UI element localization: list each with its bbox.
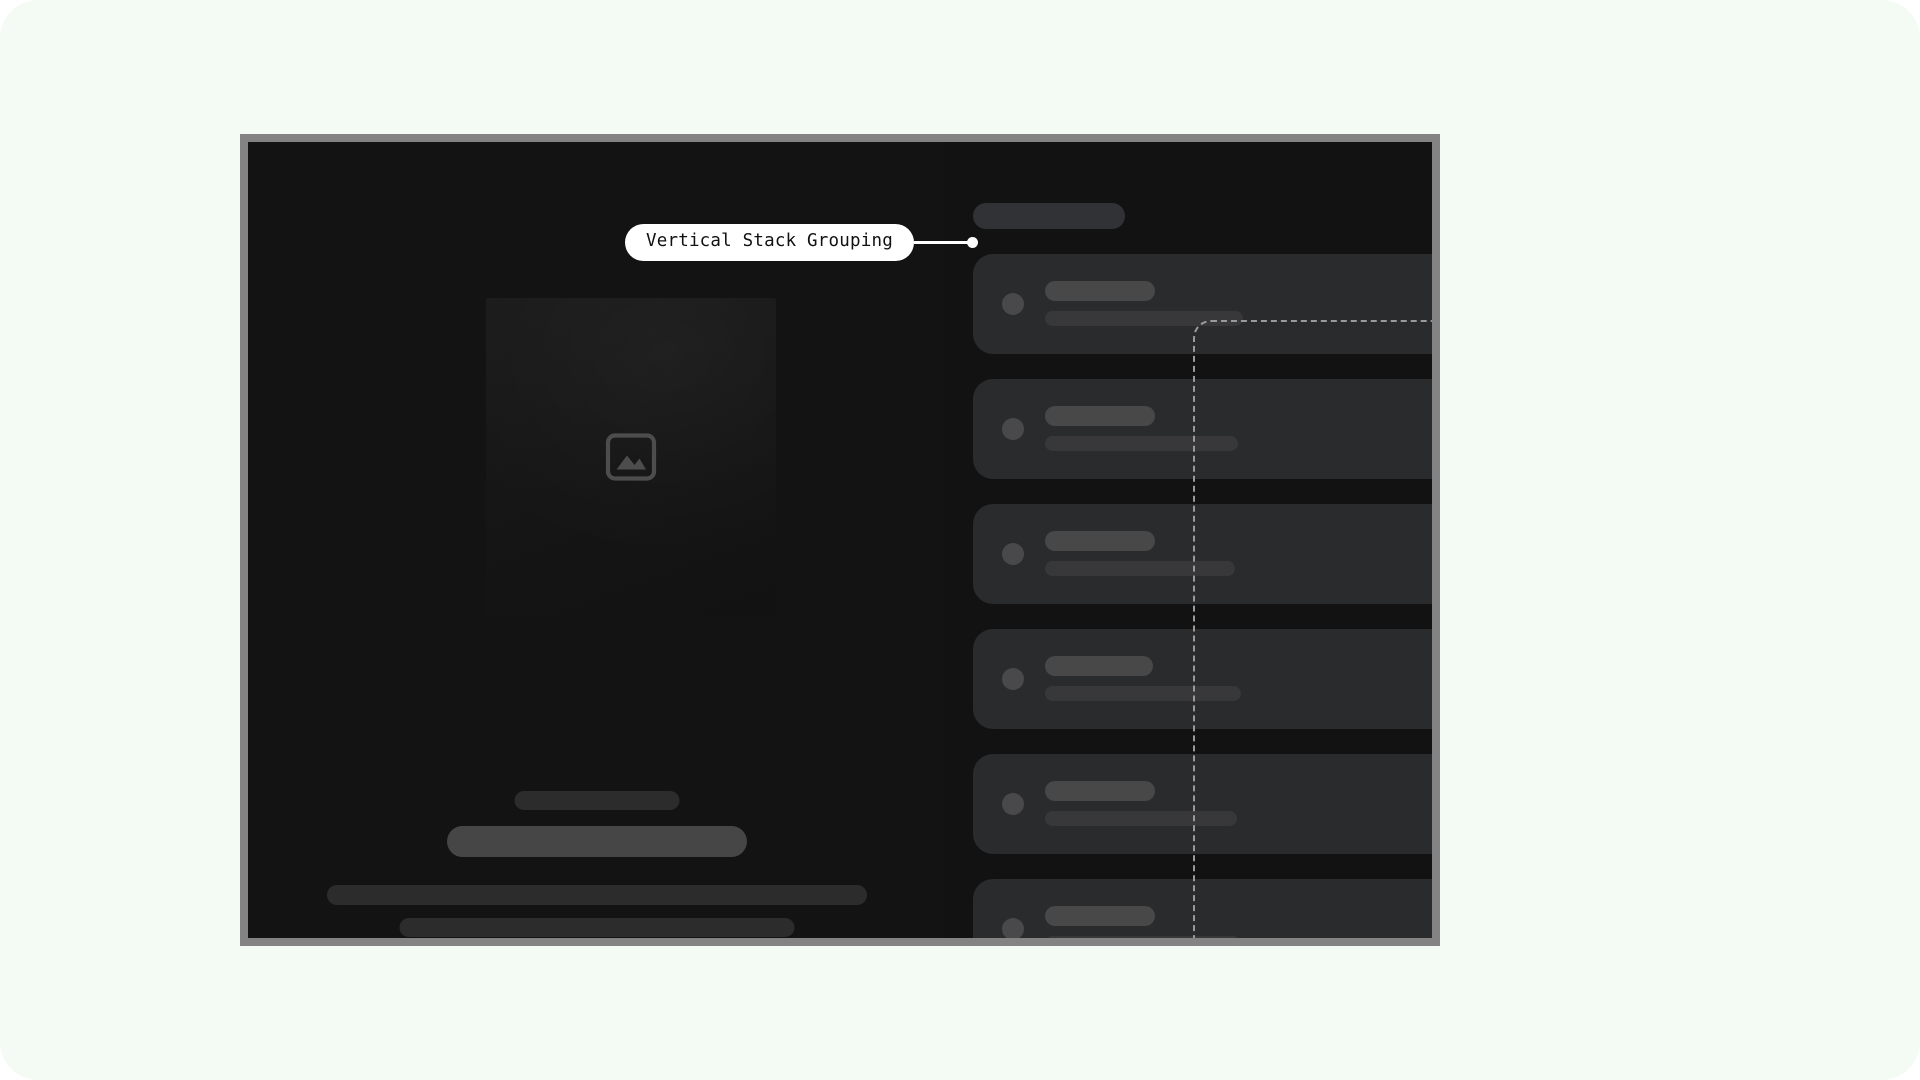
- avatar-placeholder-icon: [1002, 793, 1024, 815]
- list-item-title-skeleton: [1045, 906, 1155, 926]
- list-item-subtitle-skeleton: [1045, 686, 1241, 701]
- list-item-subtitle-skeleton: [1045, 561, 1235, 576]
- right-list-panel: [945, 142, 1432, 938]
- left-skeleton-bar-1: [514, 791, 679, 810]
- list-item[interactable]: [973, 379, 1432, 479]
- list-item[interactable]: [973, 754, 1432, 854]
- list-item-subtitle-skeleton: [1045, 811, 1237, 826]
- list-item[interactable]: [973, 254, 1432, 354]
- list-item-subtitle-skeleton: [1045, 436, 1238, 451]
- list-item-title-skeleton: [1045, 281, 1155, 301]
- avatar-placeholder-icon: [1002, 293, 1024, 315]
- left-skeleton-bar-3: [326, 885, 867, 905]
- left-skeleton-bar-4: [399, 918, 794, 937]
- list-item-title-skeleton: [1045, 656, 1153, 676]
- list-header-skeleton: [973, 203, 1125, 229]
- avatar-placeholder-icon: [1002, 418, 1024, 440]
- list-item-title-skeleton: [1045, 781, 1155, 801]
- callout-anchor-dot: [966, 236, 978, 248]
- avatar-placeholder-icon: [1002, 668, 1024, 690]
- page-canvas: Vertical Stack Grouping: [0, 0, 1920, 1080]
- media-placeholder[interactable]: [486, 298, 776, 616]
- callout-annotation: Vertical Stack Grouping: [625, 224, 978, 261]
- list-item-title-skeleton: [1045, 531, 1155, 551]
- callout-connector-line: [913, 240, 971, 244]
- list-item[interactable]: [973, 629, 1432, 729]
- app-body: [248, 142, 1432, 938]
- left-skeleton-bar-2: [446, 826, 747, 857]
- list-item-title-skeleton: [1045, 406, 1155, 426]
- avatar-placeholder-icon: [1002, 543, 1024, 565]
- callout-label: Vertical Stack Grouping: [625, 224, 914, 261]
- avatar-placeholder-icon: [1002, 918, 1024, 938]
- image-placeholder-icon: [605, 431, 657, 483]
- vertical-stack-list[interactable]: [973, 254, 1432, 938]
- list-item[interactable]: [973, 879, 1432, 938]
- list-item-subtitle-skeleton: [1045, 936, 1240, 938]
- list-item-subtitle-skeleton: [1045, 311, 1243, 326]
- left-detail-panel: [248, 142, 945, 938]
- list-item[interactable]: [973, 504, 1432, 604]
